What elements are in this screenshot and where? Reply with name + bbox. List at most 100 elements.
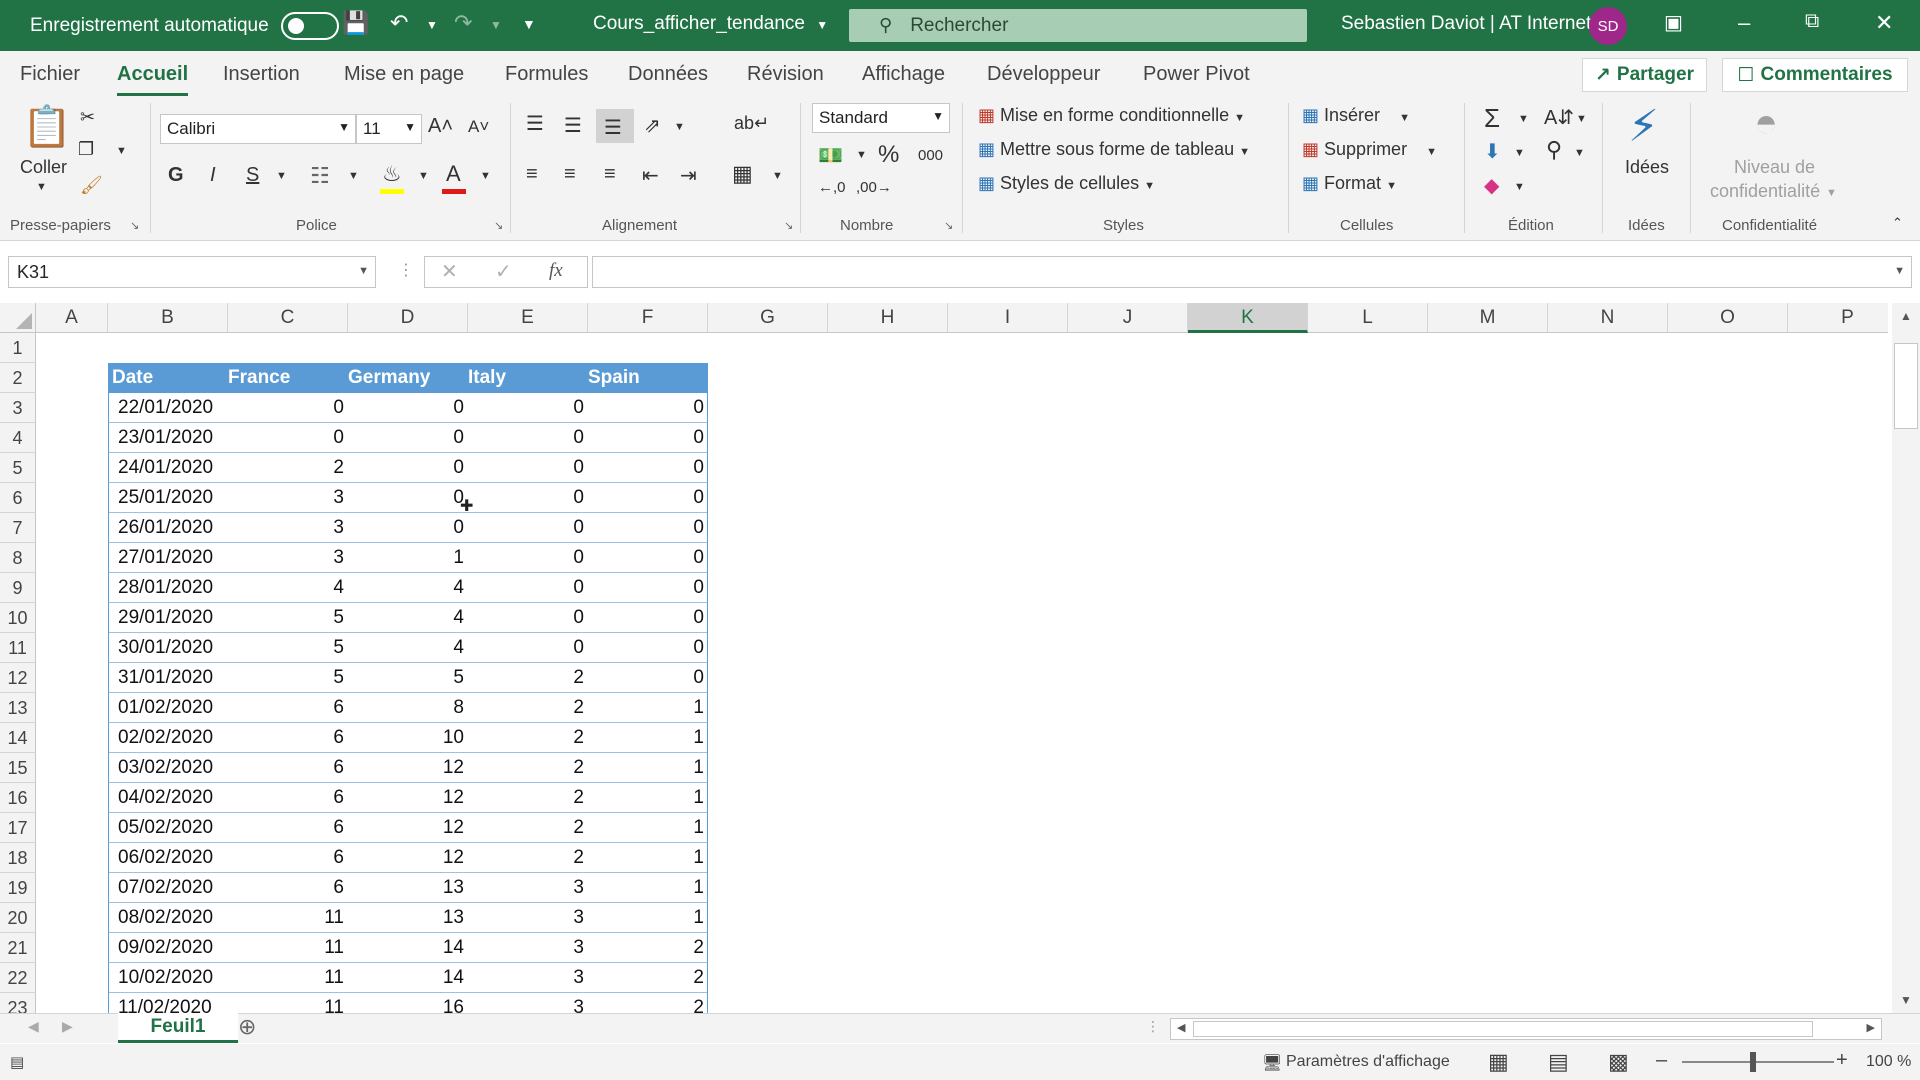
table-cell[interactable]: 3 bbox=[228, 483, 348, 513]
number-launcher-icon[interactable]: ↘ bbox=[944, 219, 953, 232]
table-cell[interactable]: 2 bbox=[588, 933, 708, 963]
ideas-label[interactable]: Idées bbox=[1625, 157, 1669, 178]
macro-record-icon[interactable]: ▤ bbox=[10, 1053, 24, 1071]
horizontal-scroll-thumb[interactable] bbox=[1193, 1021, 1813, 1037]
orientation-icon[interactable]: ⇗ bbox=[644, 113, 661, 138]
borders-icon[interactable]: ☷ bbox=[310, 163, 330, 189]
comments-button[interactable]: ☐ Commentaires bbox=[1722, 58, 1908, 92]
insert-cells-button[interactable]: ▦ Insérer ▼ bbox=[1302, 105, 1410, 126]
table-cell[interactable]: 1 bbox=[588, 873, 708, 903]
table-cell[interactable]: 0 bbox=[588, 603, 708, 633]
table-cell[interactable]: 06/02/2020 bbox=[108, 843, 228, 873]
delete-cells-button[interactable]: ▦ Supprimer ▼ bbox=[1302, 139, 1437, 160]
tab-accueil[interactable]: Accueil bbox=[117, 63, 189, 96]
cell-styles-button[interactable]: ▦ Styles de cellules ▼ bbox=[978, 173, 1155, 194]
wrap-text-icon[interactable]: ab↵ bbox=[734, 113, 769, 134]
redo-icon[interactable]: ↷ bbox=[454, 10, 472, 36]
table-header-cell[interactable]: Spain bbox=[584, 363, 704, 393]
table-cell[interactable]: 2 bbox=[468, 843, 588, 873]
merge-center-icon[interactable]: ▦ bbox=[732, 161, 753, 187]
table-cell[interactable]: 27/01/2020 bbox=[108, 543, 228, 573]
table-cell[interactable]: 1 bbox=[348, 543, 468, 573]
table-header-cell[interactable]: Date bbox=[108, 363, 228, 393]
table-cell[interactable]: 0 bbox=[588, 453, 708, 483]
table-cell[interactable]: 6 bbox=[228, 753, 348, 783]
table-cell[interactable]: 16 bbox=[348, 993, 468, 1013]
zoom-in-icon[interactable]: + bbox=[1836, 1049, 1848, 1072]
scroll-up-icon[interactable]: ▲ bbox=[1900, 309, 1912, 323]
redo-dropdown-icon[interactable]: ▼ bbox=[490, 18, 502, 32]
table-cell[interactable]: 4 bbox=[348, 603, 468, 633]
table-cell[interactable]: 5 bbox=[228, 603, 348, 633]
tab-donnees[interactable]: Données bbox=[628, 63, 708, 86]
table-cell[interactable]: 11 bbox=[228, 933, 348, 963]
tab-insertion[interactable]: Insertion bbox=[223, 63, 300, 86]
underline-dropdown-icon[interactable]: ▼ bbox=[276, 170, 287, 182]
align-middle-icon[interactable]: ☰ bbox=[564, 113, 582, 138]
insert-function-button[interactable]: fx bbox=[549, 260, 563, 282]
table-cell[interactable]: 10 bbox=[348, 723, 468, 753]
column-header[interactable]: F bbox=[588, 303, 708, 333]
format-cells-button[interactable]: ▦ Format ▼ bbox=[1302, 173, 1397, 194]
clear-icon[interactable]: ◆ bbox=[1484, 173, 1499, 198]
copy-dropdown-icon[interactable]: ▼ bbox=[116, 145, 127, 157]
increase-decimal-icon[interactable]: ←,0 bbox=[818, 179, 846, 196]
table-cell[interactable]: 6 bbox=[228, 693, 348, 723]
table-cell[interactable]: 2 bbox=[468, 783, 588, 813]
table-cell[interactable]: 0 bbox=[348, 453, 468, 483]
undo-dropdown-icon[interactable]: ▼ bbox=[426, 18, 438, 32]
increase-font-icon[interactable]: A˄ bbox=[428, 115, 453, 138]
table-cell[interactable]: 0 bbox=[468, 573, 588, 603]
table-cell[interactable]: 0 bbox=[468, 423, 588, 453]
row-header[interactable]: 23 bbox=[0, 993, 36, 1013]
more-options-icon[interactable]: ⋮ bbox=[398, 260, 414, 280]
cut-icon[interactable]: ✂ bbox=[80, 107, 95, 128]
column-header[interactable]: G bbox=[708, 303, 828, 333]
table-cell[interactable]: 12 bbox=[348, 753, 468, 783]
zoom-slider[interactable] bbox=[1682, 1061, 1834, 1063]
find-select-dropdown-icon[interactable]: ▼ bbox=[1574, 147, 1585, 159]
table-cell[interactable]: 31/01/2020 bbox=[108, 663, 228, 693]
table-cell[interactable]: 1 bbox=[588, 753, 708, 783]
vertical-scrollbar[interactable]: ▲ ▼ bbox=[1892, 303, 1920, 1013]
worksheet-grid[interactable]: A B C D E F G H I J K L M N O P 1 2 3 4 5 6 7 8 9 10 11 12 13 14 15 16 1… bbox=[0, 303, 1888, 1013]
sensitivity-icon[interactable]: ◓ bbox=[1754, 101, 1778, 146]
display-settings-label[interactable]: Paramètres d'affichage bbox=[1286, 1053, 1450, 1071]
table-cell[interactable]: 0 bbox=[588, 663, 708, 693]
sensitivity-label-line2[interactable]: confidentialité bbox=[1710, 181, 1820, 202]
table-cell[interactable]: 12 bbox=[348, 813, 468, 843]
tab-fichier[interactable]: Fichier bbox=[20, 63, 80, 86]
tab-formules[interactable]: Formules bbox=[505, 63, 588, 86]
table-cell[interactable]: 0 bbox=[588, 393, 708, 423]
table-cell[interactable]: 6 bbox=[228, 843, 348, 873]
borders-dropdown-icon[interactable]: ▼ bbox=[348, 170, 359, 182]
ideas-icon[interactable]: ⚡ bbox=[1628, 101, 1659, 152]
increase-indent-icon[interactable]: ⇥ bbox=[680, 163, 697, 188]
table-cell[interactable]: 24/01/2020 bbox=[108, 453, 228, 483]
document-title[interactable]: Cours_afficher_tendance ▼ bbox=[593, 13, 828, 35]
table-cell[interactable]: 6 bbox=[228, 723, 348, 753]
number-format-select[interactable]: Standard ▼ bbox=[812, 103, 950, 133]
table-cell[interactable]: 1 bbox=[588, 783, 708, 813]
table-header-cell[interactable]: Germany bbox=[344, 363, 464, 393]
cancel-icon[interactable]: ✕ bbox=[441, 259, 458, 284]
table-cell[interactable]: 05/02/2020 bbox=[108, 813, 228, 843]
percent-button[interactable]: % bbox=[878, 141, 899, 169]
table-cell[interactable]: 14 bbox=[348, 933, 468, 963]
table-cell[interactable]: 1 bbox=[588, 723, 708, 753]
table-cell[interactable]: 0 bbox=[228, 423, 348, 453]
italic-button[interactable]: I bbox=[210, 164, 216, 187]
sensitivity-label-line1[interactable]: Niveau de bbox=[1734, 157, 1815, 178]
scroll-left-icon[interactable]: ◀ bbox=[1177, 1021, 1185, 1034]
font-name-select[interactable]: Calibri ▼ bbox=[160, 114, 356, 144]
sort-filter-icon[interactable]: A⇵ bbox=[1544, 105, 1574, 130]
avatar[interactable]: SD bbox=[1589, 7, 1627, 45]
table-cell[interactable]: 28/01/2020 bbox=[108, 573, 228, 603]
table-cell[interactable]: 5 bbox=[228, 633, 348, 663]
tab-power-pivot[interactable]: Power Pivot bbox=[1143, 63, 1250, 86]
table-cell[interactable]: 0 bbox=[588, 483, 708, 513]
row-header[interactable]: 4 bbox=[0, 423, 36, 453]
table-cell[interactable]: 6 bbox=[228, 783, 348, 813]
table-cell[interactable]: 03/02/2020 bbox=[108, 753, 228, 783]
table-cell[interactable]: 14 bbox=[348, 963, 468, 993]
